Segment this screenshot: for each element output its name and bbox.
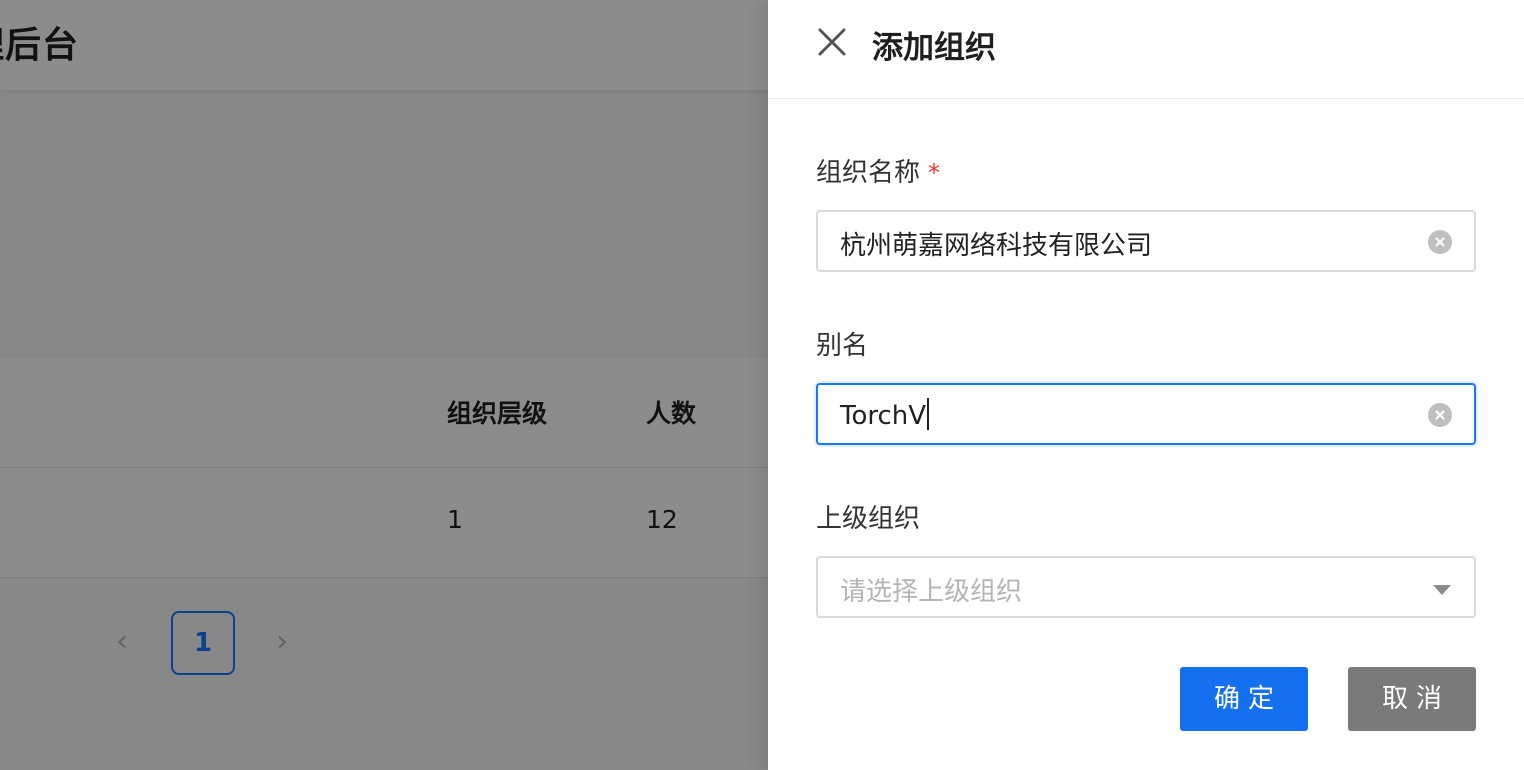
required-mark: * <box>928 159 941 187</box>
alias-input-value-wrap[interactable]: TorchV <box>840 398 930 431</box>
parent-org-label: 上级组织 <box>816 504 921 534</box>
drawer-header: 添加组织 <box>768 0 1524 99</box>
org-name-input-value[interactable]: 杭州萌嘉网络科技有限公司 <box>840 225 1152 262</box>
org-name-clear-icon[interactable] <box>1428 230 1452 254</box>
caret-down-icon[interactable] <box>1432 582 1452 596</box>
org-name-label-text: 组织名称 <box>816 158 921 188</box>
close-icon[interactable] <box>816 26 848 58</box>
alias-input-value[interactable]: TorchV <box>840 401 926 431</box>
alias-input[interactable]: TorchV <box>816 383 1476 445</box>
cancel-button[interactable]: 取消 <box>1348 667 1476 731</box>
alias-clear-icon[interactable] <box>1428 403 1452 427</box>
text-caret <box>927 398 930 430</box>
confirm-button[interactable]: 确定 <box>1180 667 1308 731</box>
page: 理后台 组织层级 人数 1 12 ‹ 1 › 添加组织 组织名称* <box>0 0 1524 770</box>
org-name-input[interactable]: 杭州萌嘉网络科技有限公司 <box>816 210 1476 272</box>
parent-org-placeholder[interactable]: 请选择上级组织 <box>840 571 1022 608</box>
parent-org-select[interactable]: 请选择上级组织 <box>816 556 1476 618</box>
add-organization-drawer: 添加组织 组织名称 * 杭州萌嘉网络科技有限公司 别名 TorchV 上级组织 … <box>768 0 1524 770</box>
drawer-title: 添加组织 <box>872 30 996 66</box>
org-name-label: 组织名称 * <box>816 152 940 189</box>
alias-label: 别名 <box>816 331 869 361</box>
